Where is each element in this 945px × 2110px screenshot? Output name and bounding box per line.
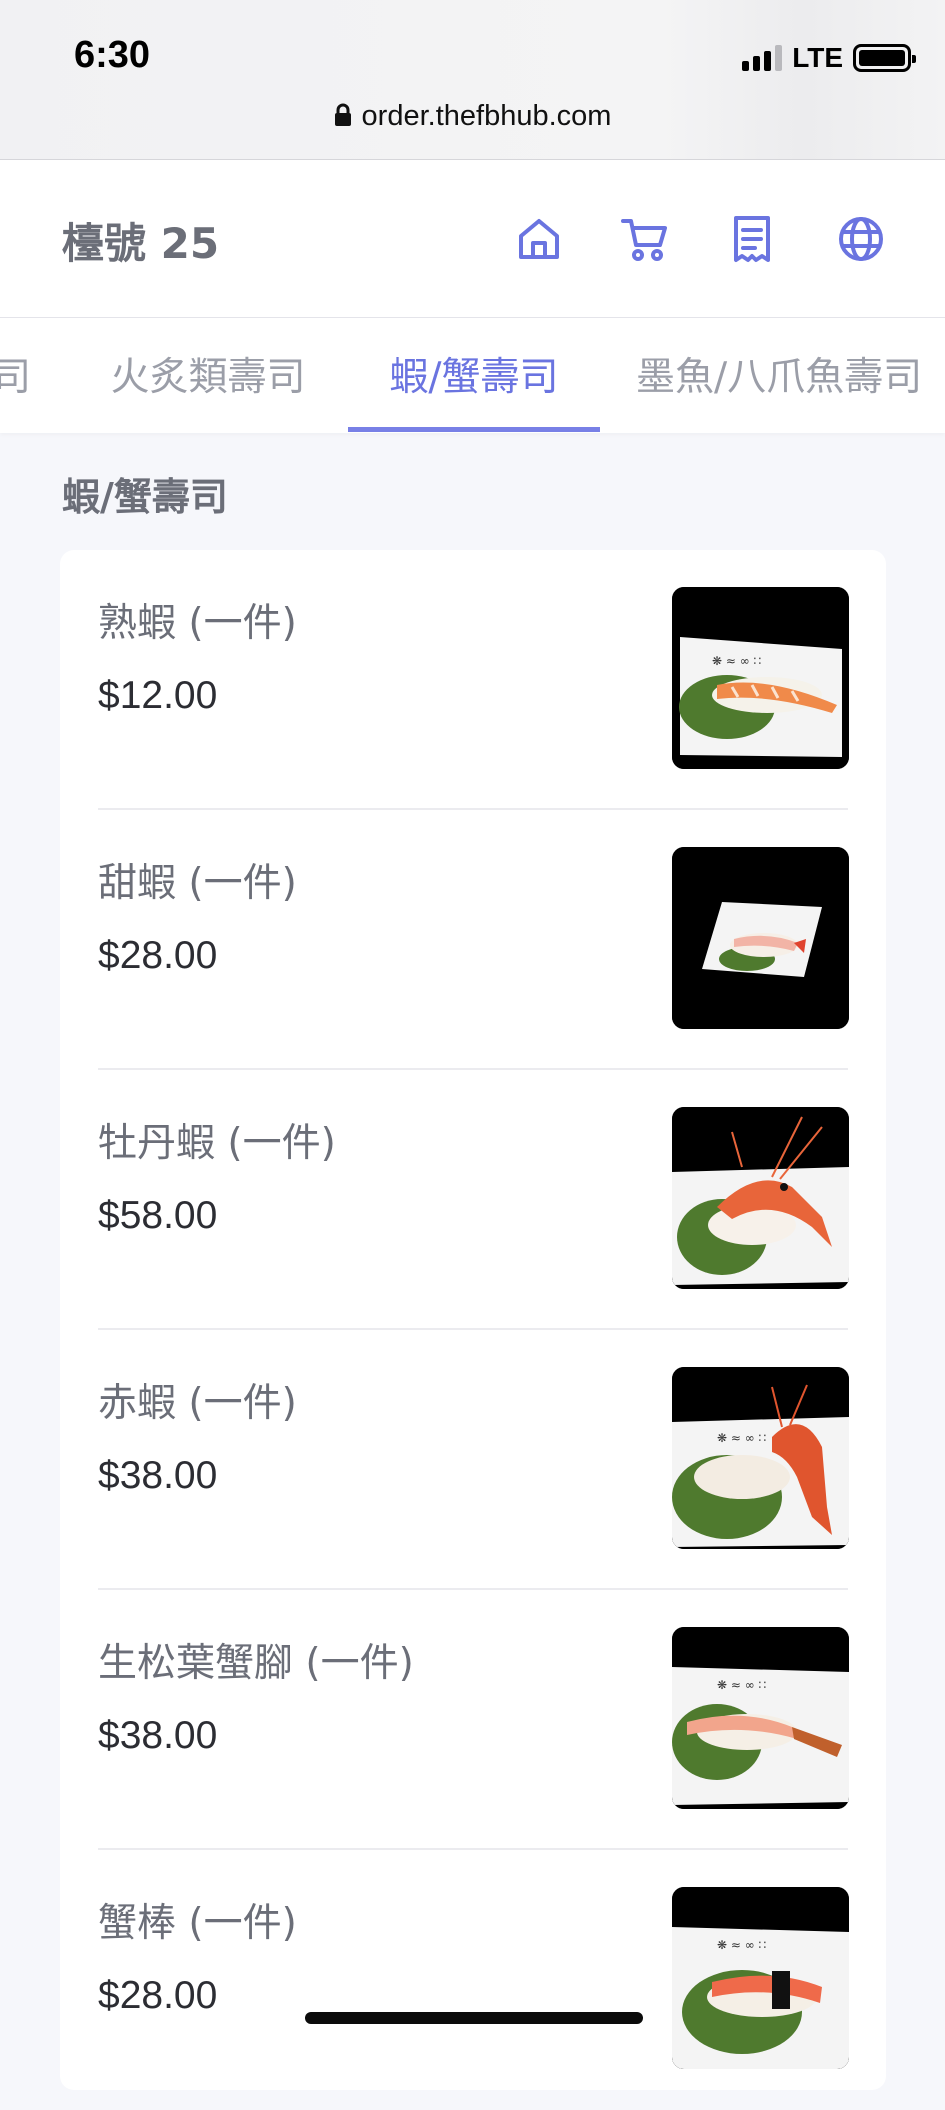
item-photo[interactable]: ❋ ≈ ∞ ∷	[672, 587, 849, 769]
item-name: 蟹棒 (一件)	[98, 1901, 297, 1946]
item-name: 赤蝦 (一件)	[98, 1381, 297, 1426]
section-title: 蝦/蟹壽司	[62, 475, 228, 519]
svg-text:❋ ≈ ∞ ∷: ❋ ≈ ∞ ∷	[717, 1431, 766, 1445]
url-text: order.thefbhub.com	[361, 100, 612, 132]
lock-icon	[334, 103, 351, 126]
item-photo[interactable]: ❋ ≈ ∞ ∷	[672, 1367, 849, 1549]
menu-item[interactable]: 甜蝦 (一件) $28.00	[98, 810, 849, 1070]
svg-text:❋ ≈ ∞ ∷: ❋ ≈ ∞ ∷	[717, 1678, 766, 1692]
home-icon[interactable]	[514, 214, 564, 264]
app-header: 檯號 25	[0, 160, 945, 318]
status-time: 6:30	[74, 34, 151, 76]
menu-item[interactable]: 蟹棒 (一件) $28.00 ❋ ≈ ∞ ∷	[98, 1850, 849, 2110]
item-photo[interactable]: ❋ ≈ ∞ ∷	[672, 1627, 849, 1809]
item-photo[interactable]: ❋ ≈ ∞ ∷	[672, 1887, 849, 2069]
item-price: $38.00	[98, 1454, 218, 1497]
menu-item[interactable]: 赤蝦 (一件) $38.00 ❋ ≈ ∞ ∷	[98, 1330, 849, 1590]
status-bar: 6:30 LTE order.thefbhub.com	[0, 0, 945, 160]
item-price: $38.00	[98, 1714, 218, 1757]
active-tab-indicator	[348, 427, 600, 432]
item-name: 牡丹蝦 (一件)	[98, 1121, 336, 1166]
menu-list: 熟蝦 (一件) $12.00 ❋ ≈ ∞ ∷ 甜蝦 (一件) $28.00 牡丹…	[60, 550, 886, 2090]
cart-icon[interactable]	[620, 214, 670, 264]
table-number: 檯號 25	[62, 219, 220, 268]
item-price: $12.00	[98, 674, 218, 717]
item-name: 甜蝦 (一件)	[98, 861, 297, 906]
battery-icon	[853, 44, 916, 72]
menu-item[interactable]: 生松葉蟹腳 (一件) $38.00 ❋ ≈ ∞ ∷	[98, 1590, 849, 1850]
menu-item[interactable]: 牡丹蝦 (一件) $58.00	[98, 1070, 849, 1330]
network-label: LTE	[792, 42, 843, 73]
menu-item[interactable]: 熟蝦 (一件) $12.00 ❋ ≈ ∞ ∷	[98, 550, 849, 810]
item-name: 熟蝦 (一件)	[98, 601, 297, 646]
item-photo[interactable]	[672, 1107, 849, 1289]
tab-squid-octopus-sushi[interactable]: 墨魚/八爪魚壽司	[636, 318, 945, 433]
item-price: $28.00	[98, 1974, 218, 2017]
item-price: $58.00	[98, 1194, 218, 1237]
globe-icon[interactable]	[836, 214, 886, 264]
address-bar[interactable]: order.thefbhub.com	[0, 100, 945, 133]
svg-text:❋ ≈ ∞ ∷: ❋ ≈ ∞ ∷	[712, 654, 761, 668]
tab-flamed-sushi[interactable]: 火炙類壽司	[102, 318, 314, 433]
svg-text:❋ ≈ ∞ ∷: ❋ ≈ ∞ ∷	[717, 1938, 766, 1952]
home-indicator[interactable]	[305, 2012, 643, 2024]
item-price: $28.00	[98, 934, 218, 977]
item-photo[interactable]	[672, 847, 849, 1029]
category-tabs: 司 火炙類壽司 蝦/蟹壽司 墨魚/八爪魚壽司	[0, 318, 945, 433]
receipt-icon[interactable]	[727, 214, 777, 264]
item-name: 生松葉蟹腳 (一件)	[98, 1641, 414, 1686]
status-indicators: LTE	[742, 42, 916, 74]
tab-shrimp-crab-sushi[interactable]: 蝦/蟹壽司	[348, 318, 600, 433]
signal-icon	[742, 45, 783, 71]
tab-previous-category[interactable]: 司	[0, 318, 32, 433]
